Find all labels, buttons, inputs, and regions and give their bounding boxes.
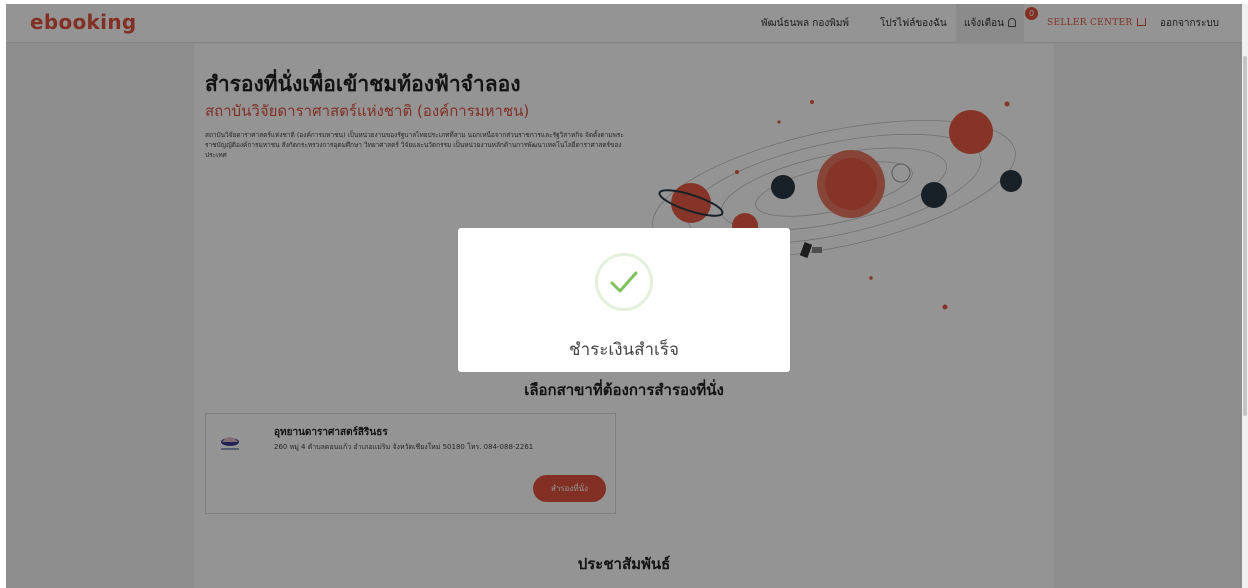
- check-circle-icon: [595, 253, 653, 311]
- payment-success-modal: ชำระเงินสำเร็จ: [458, 228, 790, 372]
- modal-message: ชำระเงินสำเร็จ: [569, 340, 679, 360]
- page-scrollbar[interactable]: [1242, 4, 1248, 588]
- checkmark-icon: [610, 271, 638, 293]
- browser-viewport: ebooking พัฒน์ธนพล กองพิมพ์ โปรไฟล์ของฉั…: [6, 4, 1242, 588]
- scrollbar-thumb[interactable]: [1243, 56, 1247, 416]
